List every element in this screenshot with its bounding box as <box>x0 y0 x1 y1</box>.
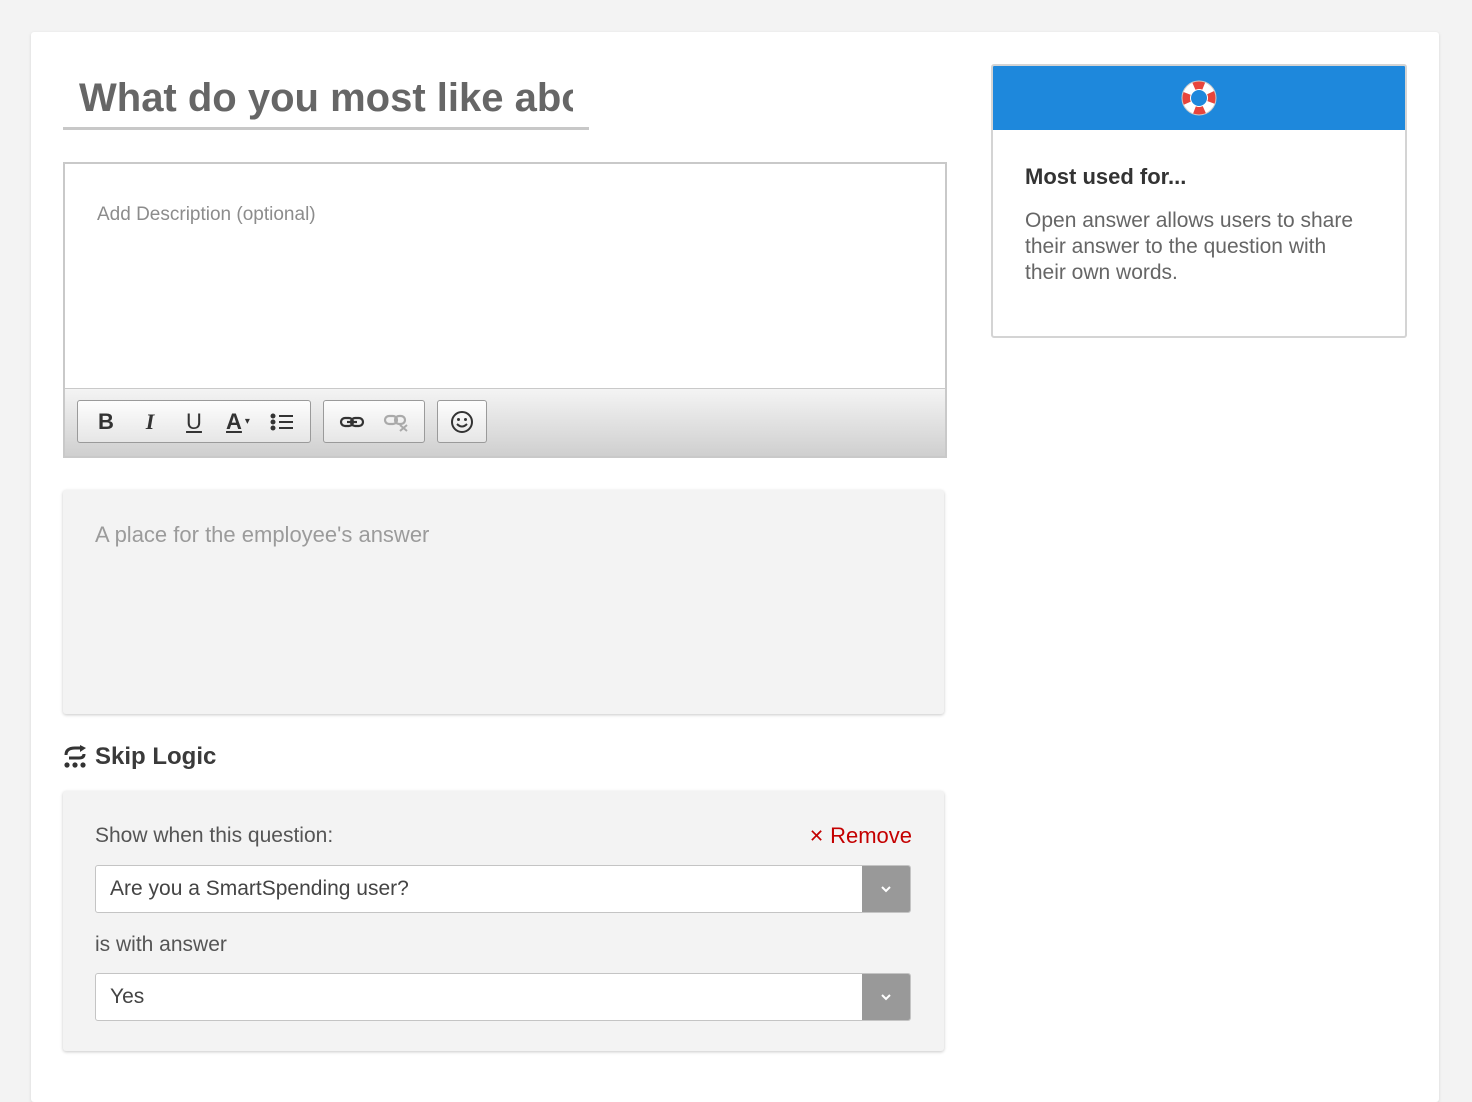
description-input[interactable]: Add Description (optional) <box>65 164 945 389</box>
italic-button[interactable]: I <box>128 401 172 442</box>
unlink-icon <box>383 414 408 432</box>
bulleted-list-icon <box>270 413 293 430</box>
help-card-body: Most used for... Open answer allows user… <box>993 130 1405 320</box>
answer-preview-box: A place for the employee's answer <box>63 490 944 714</box>
question-editor-card: Add Description (optional) B I U A ▾ <box>31 32 1439 1102</box>
remove-label: Remove <box>830 823 912 848</box>
font-color-letter: A <box>226 408 242 434</box>
link-button-group <box>323 400 425 443</box>
format-button-group: B I U A ▾ <box>77 400 311 443</box>
emoji-button-group <box>437 400 487 443</box>
unlink-button[interactable] <box>374 401 418 442</box>
lifebuoy-icon <box>1181 80 1217 116</box>
underline-icon: U <box>186 408 202 434</box>
bold-icon: B <box>98 408 114 434</box>
bold-button[interactable]: B <box>84 401 128 442</box>
bulleted-list-button[interactable] <box>260 401 304 442</box>
answer-select-toggle[interactable] <box>862 974 910 1020</box>
editor-toolbar: B I U A ▾ <box>65 389 945 456</box>
help-text: Open answer allows users to share their … <box>1025 209 1353 284</box>
help-card-header <box>993 66 1405 130</box>
question-select-value: Are you a SmartSpending user? <box>110 877 409 900</box>
italic-icon: I <box>145 408 155 434</box>
help-title: Most used for... <box>1025 164 1187 189</box>
emoji-button[interactable] <box>440 401 484 442</box>
caret-down-icon: ▾ <box>244 416 250 427</box>
question-title-wrapper <box>63 70 589 130</box>
skip-logic-box: Show when this question: ✕ Remove Are yo… <box>63 791 944 1051</box>
question-select-toggle[interactable] <box>862 866 910 912</box>
answer-placeholder: A place for the employee's answer <box>95 522 430 547</box>
answer-select-value: Yes <box>110 985 145 1008</box>
font-color-icon: A ▾ <box>226 409 250 435</box>
link-icon <box>339 416 365 427</box>
chevron-down-icon <box>881 886 891 893</box>
description-editor: Add Description (optional) B I U A ▾ <box>63 162 947 458</box>
close-icon: ✕ <box>808 825 825 846</box>
question-select[interactable]: Are you a SmartSpending user? <box>95 865 911 913</box>
skip-logic-title: Skip Logic <box>95 743 217 770</box>
answer-select[interactable]: Yes <box>95 973 911 1021</box>
remove-skip-logic-link[interactable]: ✕ Remove <box>809 823 912 849</box>
skip-logic-heading: Skip Logic <box>63 743 216 771</box>
underline-button[interactable]: U <box>172 401 216 442</box>
skip-logic-header-row: Show when this question: ✕ Remove <box>95 823 912 849</box>
show-when-label: Show when this question: <box>95 824 334 847</box>
link-button[interactable] <box>330 401 374 442</box>
description-placeholder: Add Description (optional) <box>97 204 316 225</box>
help-card: Most used for... Open answer allows user… <box>991 64 1407 338</box>
smiley-icon <box>451 410 473 433</box>
skip-logic-icon <box>64 745 86 768</box>
font-color-button[interactable]: A ▾ <box>216 401 260 442</box>
chevron-down-icon <box>881 994 891 1001</box>
is-with-answer-label: is with answer <box>95 933 227 956</box>
question-title-input[interactable] <box>63 70 589 127</box>
